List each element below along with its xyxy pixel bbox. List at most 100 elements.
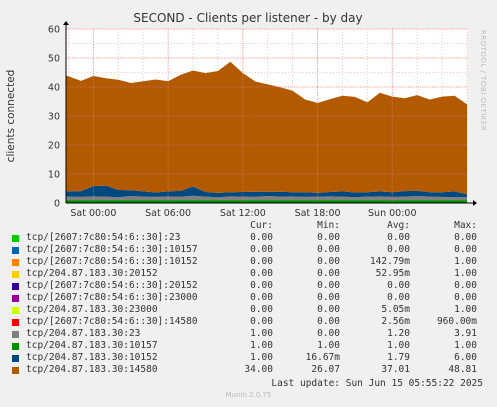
legend-avg-value: 0.00 (387, 292, 410, 303)
legend-row: tcp/204.87.183.30:10152 1.00 16.67m 1.79 6.0… (0, 352, 497, 364)
legend-swatch (12, 295, 19, 302)
x-axis-arrow (473, 200, 477, 206)
y-tick-label: 10 (48, 170, 60, 181)
last-update: Last update: Sun Jun 15 05:55:22 2025 (271, 378, 483, 389)
chart: 0 10 20 30 40 50 60 Sat 00:00 Sat 06:00 Sat 12:00… (5, 11, 477, 219)
legend-series-name: tcp/204.87.183.30:10152 (26, 352, 158, 363)
legend-swatch (12, 235, 19, 242)
legend-avg-value: 5.05m (381, 304, 410, 315)
legend-cur-value: 34.00 (244, 364, 273, 375)
legend-min-value: 0.00 (317, 292, 340, 303)
munin-version: Munin 2.0.75 (225, 391, 272, 399)
y-tick-label: 20 (48, 141, 60, 152)
legend-min-value: 0.00 (317, 268, 340, 279)
y-axis-label: clients connected (5, 70, 17, 163)
legend-series-name: tcp/[2607:7c80:54:6::30]:23 (26, 232, 181, 243)
y-tick-label: 60 (48, 25, 60, 36)
x-tick-label: Sat 06:00 (145, 208, 191, 219)
legend-series-name: tcp/204.87.183.30:23000 (26, 304, 158, 315)
legend-min-value: 16.67m (305, 352, 340, 363)
legend: Cur: Min: Avg: Max: tcp/[2607:7c80:54:6:… (0, 220, 497, 376)
legend-swatch (12, 271, 19, 278)
legend-swatch (12, 259, 19, 266)
legend-series-name: tcp/[2607:7c80:54:6::30]:14580 (26, 316, 198, 327)
legend-header-avg: Avg: (387, 220, 410, 231)
y-tick-label: 40 (48, 83, 60, 94)
legend-row: tcp/204.87.183.30:23000 0.00 0.00 5.05m 1.00 (0, 304, 497, 316)
chart-title: SECOND - Clients per listener - by day (133, 11, 362, 25)
y-axis-arrow (63, 21, 69, 25)
legend-cur-value: 1.00 (250, 352, 273, 363)
legend-row: tcp/[2607:7c80:54:6::30]:10157 0.00 0.00 0.… (0, 244, 497, 256)
legend-avg-value: 0.00 (387, 280, 410, 291)
legend-cur-value: 0.00 (250, 280, 273, 291)
legend-swatch (12, 307, 19, 314)
legend-max-value: 1.00 (454, 304, 477, 315)
legend-avg-value: 142.79m (369, 256, 410, 267)
legend-header-cur: Cur: (250, 220, 273, 231)
legend-swatch (12, 331, 19, 338)
legend-avg-value: 1.79 (387, 352, 410, 363)
legend-min-value: 0.00 (317, 316, 340, 327)
legend-swatch (12, 343, 19, 350)
legend-min-value: 0.00 (317, 280, 340, 291)
legend-series-name: tcp/[2607:7c80:54:6::30]:10157 (26, 244, 198, 255)
legend-cur-value: 0.00 (250, 244, 273, 255)
legend-max-value: 3.91 (454, 328, 477, 339)
legend-row: tcp/204.87.183.30:10157 1.00 1.00 1.00 1.00 (0, 340, 497, 352)
legend-min-value: 0.00 (317, 304, 340, 315)
legend-series-name: tcp/204.87.183.30:20152 (26, 268, 158, 279)
legend-swatch (12, 247, 19, 254)
legend-avg-value: 2.56m (381, 316, 410, 327)
legend-cur-value: 0.00 (250, 292, 273, 303)
legend-avg-value: 1.00 (387, 340, 410, 351)
legend-cur-value: 0.00 (250, 304, 273, 315)
legend-row: tcp/204.87.183.30:23 1.00 0.00 1.20 3.91 (0, 328, 497, 340)
legend-cur-value: 0.00 (250, 256, 273, 267)
legend-header-min: Min: (317, 220, 340, 231)
y-tick-label: 0 (54, 199, 60, 210)
legend-swatch (12, 283, 19, 290)
legend-row: tcp/204.87.183.30:14580 34.00 26.07 37.01 48… (0, 364, 497, 376)
legend-avg-value: 52.95m (375, 268, 410, 279)
legend-swatch (12, 319, 19, 326)
x-tick-label: Sat 00:00 (70, 208, 116, 219)
legend-row: tcp/[2607:7c80:54:6::30]:10152 0.00 0.00 14… (0, 256, 497, 268)
legend-max-value: 48.81 (448, 364, 477, 375)
legend-max-value: 0.00 (454, 280, 477, 291)
legend-avg-value: 37.01 (381, 364, 410, 375)
y-tick-label: 50 (48, 54, 60, 65)
legend-series-name: tcp/204.87.183.30:10157 (26, 340, 158, 351)
legend-cur-value: 1.00 (250, 328, 273, 339)
legend-max-value: 0.00 (454, 292, 477, 303)
legend-cur-value: 0.00 (250, 268, 273, 279)
legend-min-value: 26.07 (311, 364, 340, 375)
legend-min-value: 0.00 (317, 232, 340, 243)
legend-row: tcp/[2607:7c80:54:6::30]:23 0.00 0.00 0.00 0… (0, 232, 497, 244)
legend-header-max: Max: (454, 220, 477, 231)
legend-min-value: 0.00 (317, 256, 340, 267)
legend-cur-value: 0.00 (250, 232, 273, 243)
x-tick-label: Sat 18:00 (295, 208, 341, 219)
legend-cur-value: 0.00 (250, 316, 273, 327)
legend-cur-value: 1.00 (250, 340, 273, 351)
legend-max-value: 960.00m (436, 316, 477, 327)
legend-max-value: 1.00 (454, 340, 477, 351)
legend-avg-value: 0.00 (387, 232, 410, 243)
x-tick-label: Sun 00:00 (368, 208, 416, 219)
legend-min-value: 0.00 (317, 244, 340, 255)
x-tick-label: Sat 12:00 (220, 208, 266, 219)
legend-max-value: 1.00 (454, 256, 477, 267)
legend-header: Cur: Min: Avg: Max: (0, 220, 497, 232)
legend-swatch (12, 355, 19, 362)
legend-min-value: 1.00 (317, 340, 340, 351)
legend-max-value: 1.00 (454, 268, 477, 279)
legend-row: tcp/[2607:7c80:54:6::30]:20152 0.00 0.00 0.… (0, 280, 497, 292)
legend-row: tcp/[2607:7c80:54:6::30]:23000 0.00 0.00 0.… (0, 292, 497, 304)
legend-swatch (12, 367, 19, 374)
legend-max-value: 6.00 (454, 352, 477, 363)
legend-series-name: tcp/[2607:7c80:54:6::30]:10152 (26, 256, 198, 267)
legend-series-name: tcp/[2607:7c80:54:6::30]:20152 (26, 280, 198, 291)
legend-avg-value: 0.00 (387, 244, 410, 255)
legend-min-value: 0.00 (317, 328, 340, 339)
